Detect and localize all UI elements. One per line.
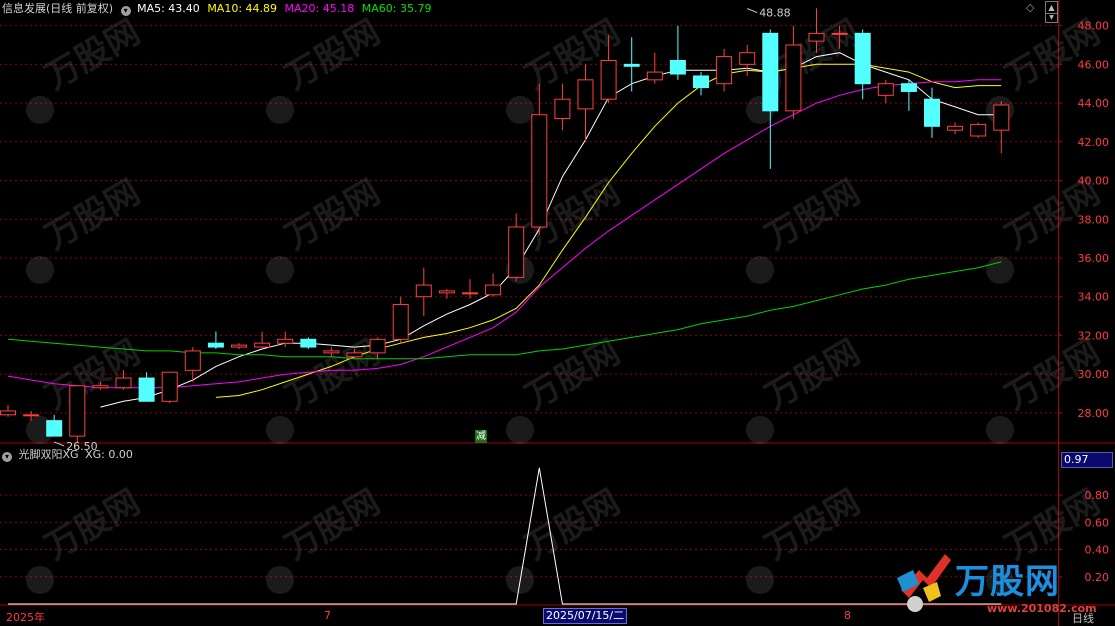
kline-chart-window[interactable]: 万股网 万股网 万股网 万股网 万股网 万股网 万股网 万股网 万股网 万股网 万股网 万股网 万股网万…: [0, 0, 1115, 626]
candle: [554, 83, 571, 131]
candle: [485, 273, 502, 297]
watermark-tile: 万股网: [26, 12, 147, 124]
candle: [646, 52, 663, 84]
main-y-tick-label: 38.00: [1078, 213, 1110, 226]
candlestick-series[interactable]: [0, 8, 1010, 442]
candle: [693, 72, 709, 96]
candle: [392, 296, 409, 344]
svg-text:万股网: 万股网: [279, 482, 387, 568]
ma10-label: MA10: 44.89: [207, 2, 278, 15]
main-y-tick-label: 44.00: [1078, 97, 1110, 110]
main-y-tick-label: 30.00: [1078, 368, 1110, 381]
sub-settings-circle-icon[interactable]: ▾: [2, 452, 12, 462]
line-ma20: [7, 79, 1002, 389]
main-y-tick-label: 42.00: [1078, 136, 1110, 149]
sub-y-tick-label: 0.60: [1085, 516, 1110, 529]
candle: [415, 267, 432, 317]
candle: [531, 83, 548, 235]
svg-text:万股网: 万股网: [759, 172, 867, 258]
main-header: 信息发展(日线 前复权) ▾ MA5: 43.40 MA10: 44.89 MA…: [2, 0, 431, 16]
sub-y-tick-label: 0.80: [1085, 489, 1110, 502]
settings-circle-icon[interactable]: ▾: [120, 6, 131, 16]
sub-current-value-box: 0.97: [1061, 452, 1113, 468]
svg-text:万股网: 万股网: [759, 482, 867, 568]
candle: [161, 371, 178, 404]
candle: [69, 385, 86, 442]
candle: [669, 25, 686, 80]
candle: [716, 48, 733, 92]
sub-header: ▾ 光脚双阳XG XG: 0.00: [2, 446, 133, 462]
watermark-tile: 万股网: [986, 172, 1107, 284]
main-y-tick-label: 40.00: [1078, 175, 1110, 188]
brand-name: 万股网: [955, 562, 1060, 602]
main-y-tick-label: 48.00: [1078, 20, 1110, 33]
watermark-tile: 万股网: [266, 332, 387, 444]
price-annotation: 48.88: [747, 7, 791, 20]
chart-canvas[interactable]: 万股网 万股网 万股网 万股网 万股网万股网 万股网 万股网 万股网 万股网万股网 万股网 万股网万…: [0, 0, 1115, 626]
month-7-label: 7: [324, 609, 331, 622]
candle: [0, 405, 16, 417]
svg-text:万股网: 万股网: [39, 12, 147, 98]
candle: [762, 29, 779, 169]
candle: [993, 101, 1010, 154]
main-y-tick-label: 28.00: [1078, 407, 1110, 420]
candle: [207, 331, 224, 349]
candle: [970, 122, 987, 138]
candle: [231, 343, 247, 349]
svg-text:万股网: 万股网: [519, 332, 627, 418]
brand-logo: 万股网 www.201082.com: [893, 548, 1097, 618]
svg-text:万股网: 万股网: [759, 332, 867, 418]
watermark-tile: 万股网: [746, 332, 867, 444]
watermark-tile: 万股网: [506, 332, 627, 444]
candle: [947, 122, 964, 135]
ma5-label: MA5: 43.40: [137, 2, 200, 15]
line-xg: [8, 467, 1002, 605]
watermark-tile: 万股网: [266, 12, 387, 124]
candle: [462, 279, 478, 299]
svg-text:万股网: 万股网: [39, 332, 147, 418]
cursor-date-box: 2025/07/15/二: [543, 608, 628, 624]
main-y-tick-label: 34.00: [1078, 291, 1110, 304]
candle: [254, 331, 271, 349]
xg-value-label: XG: 0.00: [85, 448, 133, 461]
candle: [623, 37, 640, 92]
svg-text:万股网: 万股网: [279, 172, 387, 258]
diamond-icon[interactable]: ◇: [1026, 1, 1034, 14]
ma60-label: MA60: 35.79: [361, 2, 432, 15]
svg-text:万股网: 万股网: [39, 482, 147, 568]
watermark-tile: 万股网: [266, 172, 387, 284]
svg-text:万股网: 万股网: [279, 12, 387, 98]
candle: [877, 79, 894, 104]
main-y-tick-label: 32.00: [1078, 329, 1110, 342]
watermark-tile: 万股网: [986, 332, 1107, 444]
brand-url: www.201082.com: [987, 602, 1097, 615]
main-y-tick-label: 36.00: [1078, 252, 1110, 265]
candle: [138, 372, 155, 402]
watermark-tile: 万股网: [26, 172, 147, 284]
ma20-label: MA20: 45.18: [284, 2, 355, 15]
month-8-label: 8: [844, 609, 851, 622]
svg-text:万股网: 万股网: [39, 172, 147, 258]
scroll-down-icon[interactable]: ▼: [1045, 13, 1058, 23]
indicator-name[interactable]: 光脚双阳XG: [19, 448, 79, 461]
candle: [900, 79, 917, 111]
candle: [300, 337, 317, 349]
reduce-signal-badge: 减: [475, 430, 487, 443]
xg-indicator-line: [8, 467, 1002, 605]
candle: [46, 414, 63, 437]
rocket-logo-icon: [897, 554, 951, 612]
watermark-tile: 万股网: [746, 172, 867, 284]
svg-text:48.88: 48.88: [759, 7, 791, 20]
stock-title[interactable]: 信息发展(日线 前复权): [2, 2, 113, 15]
year-label: 2025年: [6, 611, 45, 624]
main-y-tick-label: 46.00: [1078, 58, 1110, 71]
